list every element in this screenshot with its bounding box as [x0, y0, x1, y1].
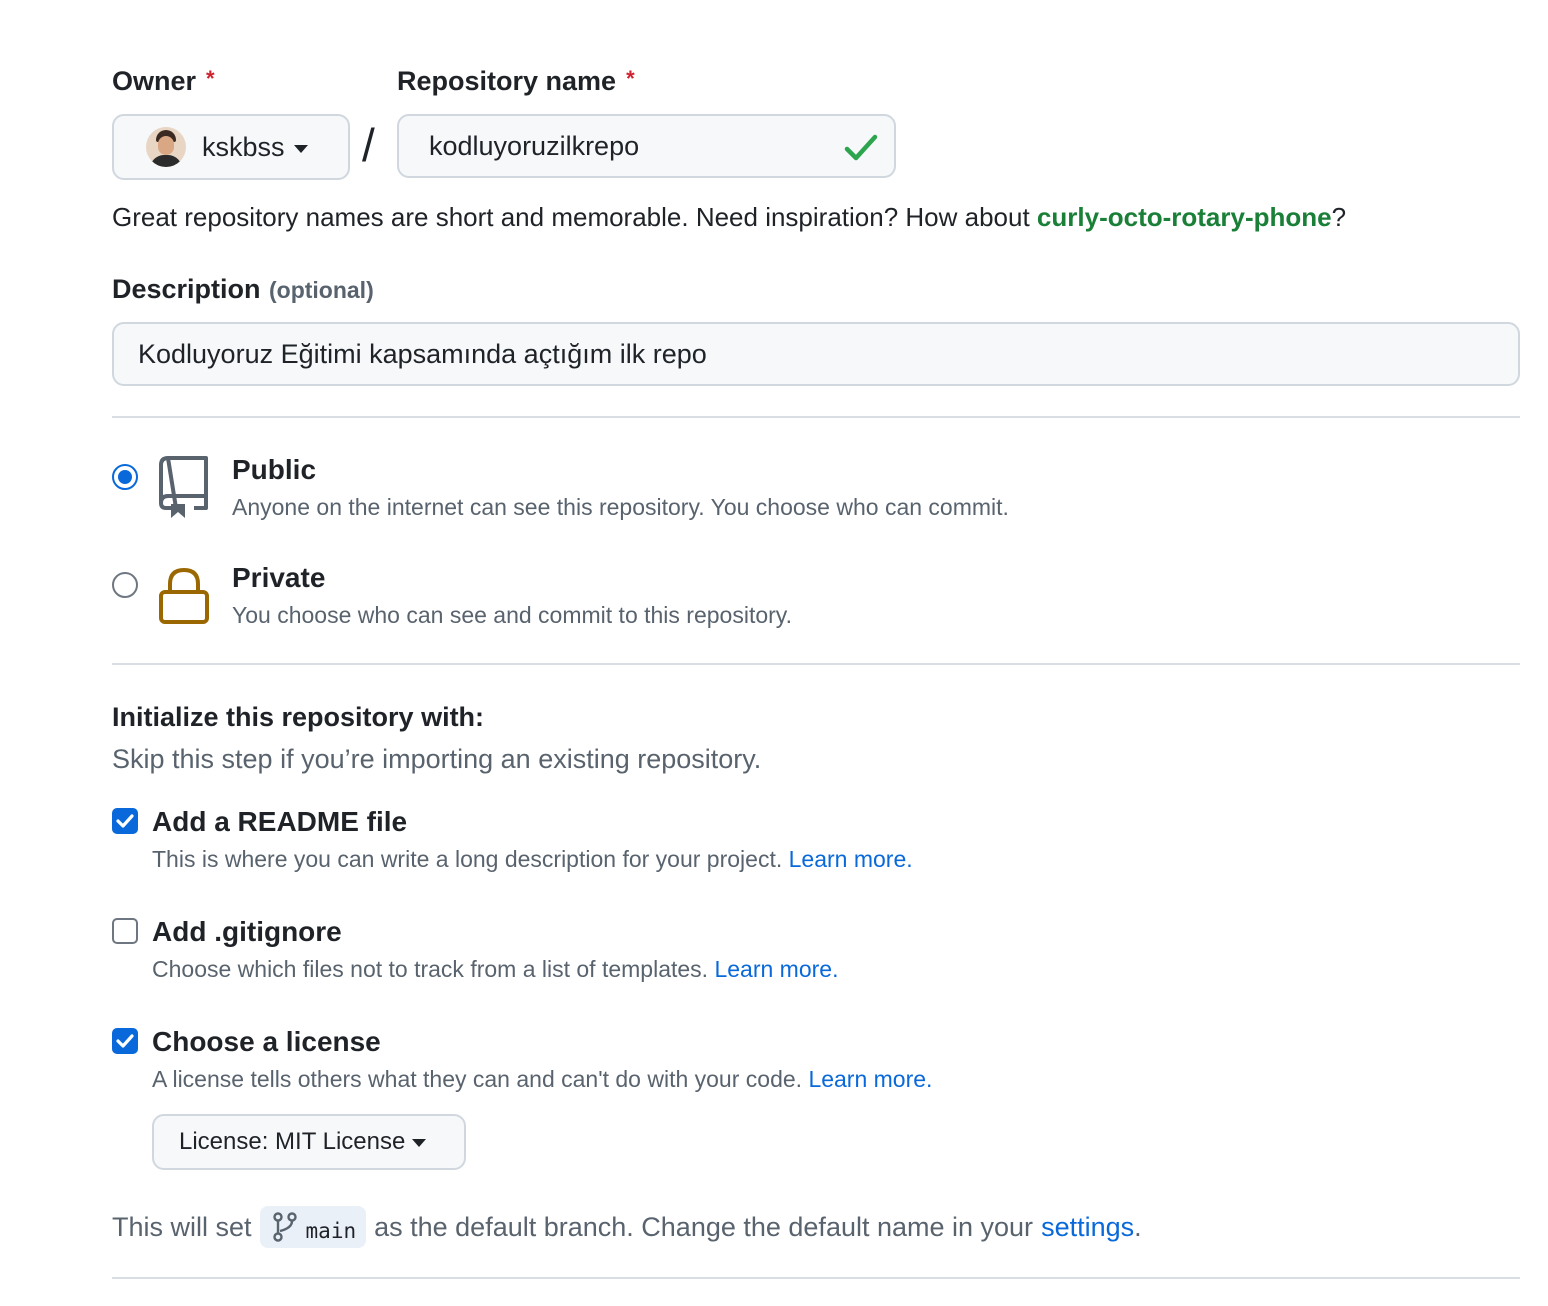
description-value: Kodluyoruz Eğitimi kapsamında açtığım il… — [138, 338, 707, 369]
owner-value: kskbss — [202, 131, 285, 162]
public-desc: Anyone on the internet can see this repo… — [232, 494, 1009, 520]
branch-note-suffix: . — [1134, 1211, 1142, 1242]
gitignore-learn-more-link[interactable]: Learn more. — [714, 956, 838, 982]
license-checkbox[interactable] — [112, 1028, 138, 1054]
check-icon — [844, 134, 878, 161]
repo-name-label-text: Repository name — [397, 66, 617, 96]
readme-title: Add a README file — [152, 806, 408, 837]
init-heading: Initialize this repository with: — [112, 702, 485, 732]
license-select-button[interactable]: License: MIT License — [152, 1114, 466, 1170]
license-title: Choose a license — [152, 1026, 381, 1057]
gitignore-desc-text: Choose which files not to track from a l… — [152, 956, 709, 982]
owner-repo-separator: / — [362, 119, 375, 171]
readme-learn-more-link[interactable]: Learn more. — [789, 846, 913, 872]
radio-private[interactable] — [112, 572, 138, 598]
repo-name-label: Repository name * — [397, 66, 635, 97]
private-desc: You choose who can see and commit to thi… — [232, 602, 792, 628]
divider — [112, 663, 1520, 665]
license-desc: A license tells others what they can and… — [152, 1066, 932, 1093]
owner-required-mark: * — [206, 66, 215, 91]
repo-icon — [159, 456, 208, 518]
hint-suffix: ? — [1331, 202, 1347, 232]
owner-select[interactable]: kskbss — [112, 114, 350, 180]
license-desc-text: A license tells others what they can and… — [152, 1066, 803, 1092]
description-optional: (optional) — [268, 277, 374, 303]
repo-name-required-mark: * — [626, 66, 635, 91]
description-label: Description (optional) — [112, 274, 374, 305]
caret-down-icon — [293, 144, 308, 153]
public-title: Public — [232, 454, 317, 485]
branch-note-prefix: This will set — [112, 1211, 252, 1242]
gitignore-checkbox[interactable] — [112, 918, 138, 944]
readme-desc: This is where you can write a long descr… — [152, 846, 913, 873]
divider — [112, 416, 1520, 418]
settings-link[interactable]: settings — [1041, 1212, 1134, 1243]
license-learn-more-link[interactable]: Learn more. — [808, 1066, 932, 1092]
name-suggestion-link[interactable]: curly-octo-rotary-phone — [1037, 202, 1332, 232]
init-subheading: Skip this step if you’re importing an ex… — [112, 744, 762, 774]
repo-name-hint: Great repository names are short and mem… — [112, 202, 1346, 233]
branch-note-middle: as the default branch. Change the defaul… — [374, 1211, 1034, 1242]
git-branch-icon — [272, 1212, 297, 1242]
checkmark-icon — [116, 814, 134, 828]
private-title: Private — [232, 562, 326, 593]
gitignore-desc: Choose which files not to track from a l… — [152, 956, 838, 983]
license-select-label: License: MIT License — [179, 1128, 406, 1155]
avatar — [146, 127, 186, 167]
description-label-text: Description — [112, 274, 261, 304]
description-input[interactable]: Kodluyoruz Eğitimi kapsamında açtığım il… — [112, 322, 1520, 386]
repo-name-input[interactable]: kodluyoruzilkrepo — [397, 114, 896, 178]
lock-icon — [159, 567, 209, 624]
default-branch-note: This will set main as the default branch… — [112, 1206, 1142, 1248]
readme-checkbox[interactable] — [112, 808, 138, 834]
branch-pill: main — [259, 1206, 367, 1248]
readme-desc-text: This is where you can write a long descr… — [152, 846, 783, 872]
hint-prefix: Great repository names are short and mem… — [112, 202, 1037, 232]
gitignore-title: Add .gitignore — [152, 916, 342, 947]
radio-public[interactable] — [112, 464, 138, 490]
caret-down-icon — [412, 1139, 427, 1147]
owner-label: Owner * — [112, 66, 215, 97]
owner-label-text: Owner — [112, 66, 197, 96]
divider — [112, 1277, 1520, 1279]
repo-name-value: kodluyoruzilkrepo — [429, 130, 640, 161]
branch-name: main — [305, 1219, 357, 1243]
checkmark-icon — [116, 1034, 134, 1048]
